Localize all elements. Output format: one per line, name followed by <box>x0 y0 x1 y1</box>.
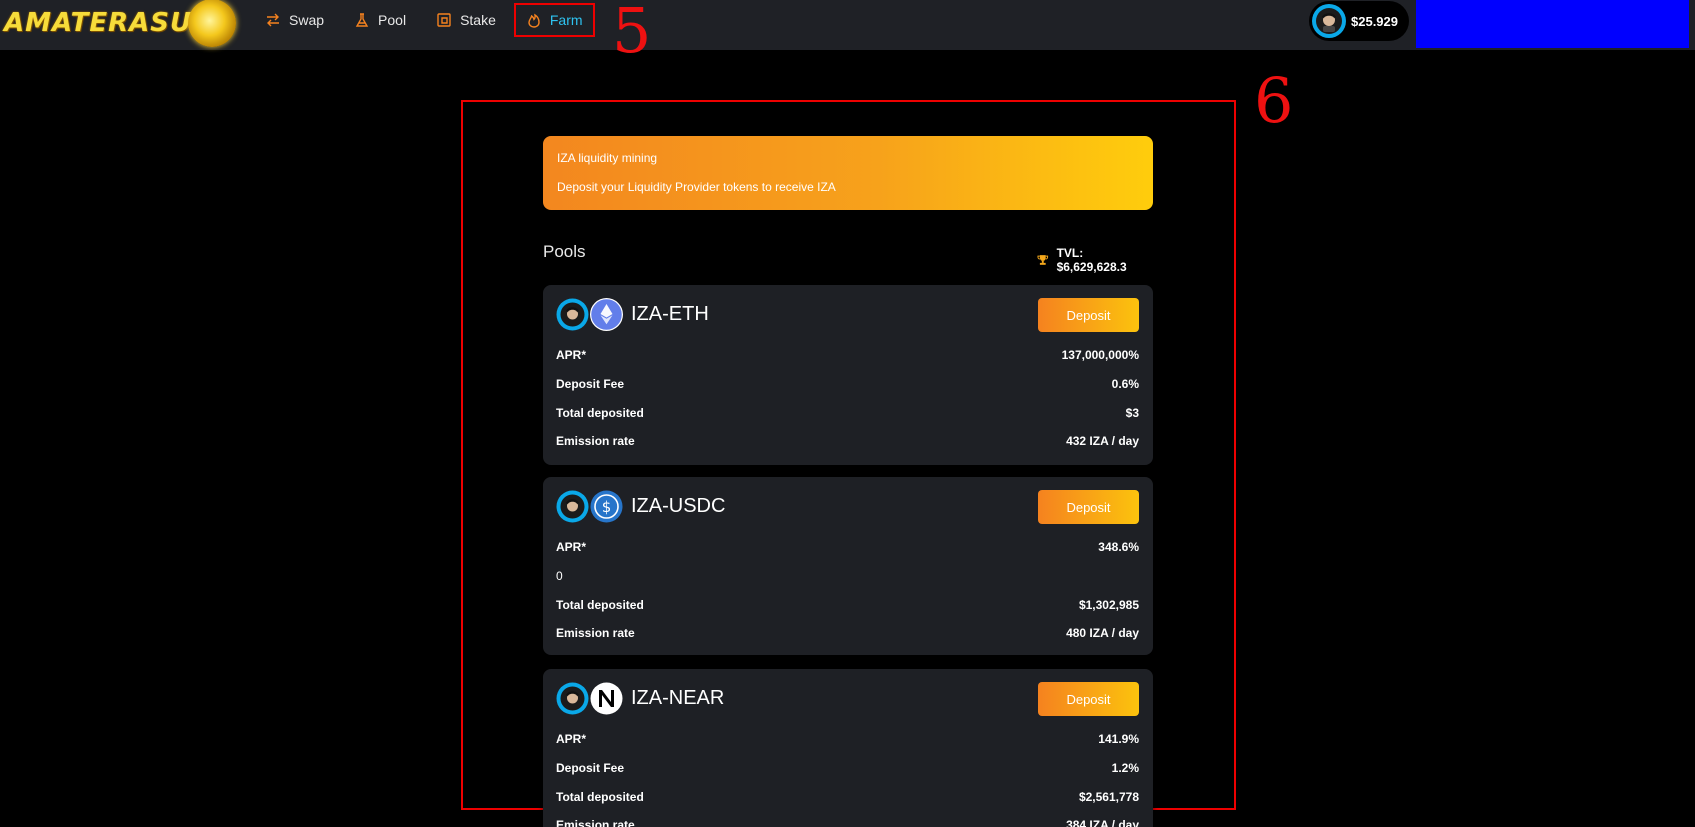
stat-label: Deposit Fee <box>556 761 625 775</box>
stat-value: 1.2% <box>1111 761 1139 775</box>
iza-token-icon <box>556 490 589 523</box>
flask-icon <box>355 13 369 27</box>
pool-pair-name: IZA-ETH <box>631 303 709 325</box>
stat-value: 0.6% <box>1111 377 1139 391</box>
pool-card-iza-eth: IZA-ETH Deposit APR* 137,000,000% Deposi… <box>543 285 1153 465</box>
eth-token-icon <box>590 298 623 331</box>
stat-value: 480 IZA / day <box>1066 626 1139 640</box>
trophy-icon <box>1037 255 1049 265</box>
iza-token-avatar-icon <box>1312 4 1346 38</box>
stat-label: Emission rate <box>556 434 635 448</box>
pool-stat-row: APR* 141.9% <box>556 732 1139 746</box>
nav-swap-label: Swap <box>289 12 325 28</box>
pool-card-iza-usdc: $ IZA-USDC Deposit APR* 348.6% 0 Total d… <box>543 477 1153 655</box>
nav-stake-label: Stake <box>460 12 496 28</box>
liquidity-mining-banner: IZA liquidity mining Deposit your Liquid… <box>543 136 1153 210</box>
deposit-button-iza-eth[interactable]: Deposit <box>1038 298 1139 332</box>
banner-subtitle: Deposit your Liquidity Provider tokens t… <box>557 180 836 194</box>
stat-value: 432 IZA / day <box>1066 434 1139 448</box>
wallet-balance-pill[interactable]: $25.929 <box>1309 1 1409 41</box>
stat-value: 141.9% <box>1098 732 1139 746</box>
stat-label: Total deposited <box>556 598 644 612</box>
stat-value: $3 <box>1125 406 1139 420</box>
pool-stat-row: Emission rate 480 IZA / day <box>556 626 1139 640</box>
top-nav-bar: AMATERASU Swap Pool Stake Farm $25.929 <box>0 0 1695 50</box>
stat-value: 348.6% <box>1098 540 1139 554</box>
nav-stake[interactable]: Stake <box>436 1 496 39</box>
stat-label: Emission rate <box>556 818 635 827</box>
pool-pair-name: IZA-NEAR <box>631 687 725 709</box>
logo-wordmark: AMATERASU <box>4 8 193 38</box>
stake-icon <box>437 13 451 27</box>
nav-pool-label: Pool <box>378 12 407 28</box>
pool-stat-row: 0 <box>556 569 1139 583</box>
pool-card-iza-near: IZA-NEAR Deposit APR* 141.9% Deposit Fee… <box>543 669 1153 827</box>
swap-icon <box>267 13 279 27</box>
stat-label: Total deposited <box>556 790 644 804</box>
stat-value: 137,000,000% <box>1061 348 1139 362</box>
pool-stat-row: Deposit Fee 1.2% <box>556 761 1139 775</box>
stat-value: 384 IZA / day <box>1066 818 1139 827</box>
svg-text:$: $ <box>602 498 612 516</box>
stat-label: APR* <box>556 540 587 554</box>
stat-value: $2,561,778 <box>1078 790 1139 804</box>
deposit-button-iza-usdc[interactable]: Deposit <box>1038 490 1139 524</box>
tvl-value: TVL: $6,629,628.3 <box>1056 246 1127 274</box>
pools-heading: Pools <box>543 242 586 261</box>
nav-pool[interactable]: Pool <box>354 1 406 39</box>
stat-label: 0 <box>556 569 563 583</box>
stat-label: APR* <box>556 732 587 746</box>
pool-pair-header: IZA-NEAR <box>556 682 724 715</box>
stat-label: Deposit Fee <box>556 377 625 391</box>
wallet-balance: $25.929 <box>1351 13 1398 29</box>
nav-swap[interactable]: Swap <box>265 1 324 39</box>
stat-label: APR* <box>556 348 587 362</box>
pool-stat-row: Total deposited $2,561,778 <box>556 790 1139 804</box>
pool-stat-row: Deposit Fee 0.6% <box>556 377 1139 391</box>
stat-value: $1,302,985 <box>1078 598 1139 612</box>
near-token-icon <box>590 682 623 715</box>
annotation-number-6: 6 <box>1254 64 1294 137</box>
pool-stat-row: Emission rate 432 IZA / day <box>556 434 1139 448</box>
sun-logo-icon <box>188 0 237 47</box>
annotation-number-5: 5 <box>612 0 652 67</box>
nav-farm[interactable]: Farm <box>513 3 595 37</box>
iza-token-icon <box>556 298 589 331</box>
banner-title: IZA liquidity mining <box>557 151 658 165</box>
pool-stat-row: Emission rate 384 IZA / day <box>556 818 1139 827</box>
iza-token-icon <box>556 682 589 715</box>
nav-farm-label: Farm <box>549 12 583 28</box>
pool-stat-row: Total deposited $3 <box>556 406 1139 420</box>
main-nav: Swap Pool Stake Farm <box>265 0 625 40</box>
stat-label: Emission rate <box>556 626 635 640</box>
pool-stat-row: APR* 348.6% <box>556 540 1139 554</box>
usdc-token-icon: $ <box>590 490 623 523</box>
pool-stat-row: Total deposited $1,302,985 <box>556 598 1139 612</box>
tvl-summary: TVL: $6,629,628.3 <box>1037 246 1153 274</box>
redacted-account-area <box>1416 0 1689 48</box>
pool-pair-header: $ IZA-USDC <box>556 490 725 523</box>
deposit-button-iza-near[interactable]: Deposit <box>1038 682 1139 716</box>
pool-pair-name: IZA-USDC <box>631 495 726 517</box>
flame-icon <box>528 13 540 28</box>
pool-stat-row: APR* 137,000,000% <box>556 348 1139 362</box>
stat-label: Total deposited <box>556 406 644 420</box>
brand-logo[interactable]: AMATERASU <box>4 0 237 47</box>
pool-pair-header: IZA-ETH <box>556 298 709 331</box>
